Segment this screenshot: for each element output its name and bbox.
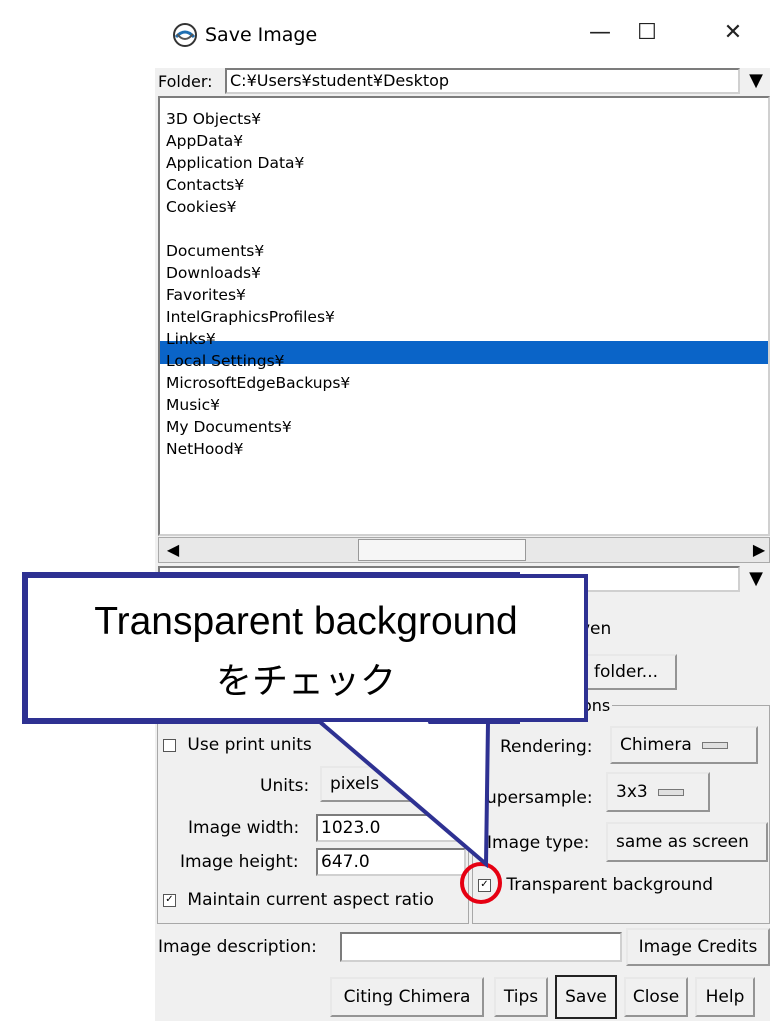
image-description-field[interactable] — [340, 932, 622, 962]
file-list-item[interactable]: 3D Objects¥ — [166, 108, 261, 130]
rendering-value: Chimera — [620, 735, 692, 755]
aspect-ratio-label: Maintain current aspect ratio — [187, 890, 434, 910]
file-type-dropdown-icon[interactable]: ▼ — [742, 568, 770, 592]
file-list-item[interactable]: IntelGraphicsProfiles¥ — [166, 306, 335, 328]
save-button[interactable]: Save — [555, 975, 617, 1019]
scrollbar-thumb[interactable] — [358, 539, 526, 561]
file-list-item[interactable]: My Documents¥ — [166, 416, 292, 438]
menu-indicator-icon — [701, 741, 728, 749]
close-icon[interactable]: ✕ — [711, 20, 755, 50]
aspect-ratio-checkbox[interactable]: ✓ — [163, 893, 176, 907]
image-credits-button[interactable]: Image Credits — [626, 928, 770, 966]
scroll-left-icon[interactable]: ◀ — [158, 537, 188, 563]
maximize-icon[interactable]: ☐ — [625, 20, 669, 50]
citing-chimera-button[interactable]: Citing Chimera — [330, 977, 484, 1017]
folder-dropdown-icon[interactable]: ▼ — [742, 70, 770, 94]
file-list-item[interactable]: NetHood¥ — [166, 438, 244, 460]
file-list-item[interactable]: Desktop¥ — [166, 219, 240, 241]
minimize-icon[interactable]: — — [578, 20, 622, 50]
file-list-item[interactable]: MicrosoftEdgeBackups¥ — [166, 372, 350, 394]
file-list-item[interactable]: AppData¥ — [166, 130, 243, 152]
rendering-menu[interactable]: Chimera — [610, 726, 758, 764]
folder-button[interactable]: folder... — [575, 654, 677, 690]
transparent-background-label: Transparent background — [506, 875, 714, 895]
file-list-item[interactable]: Application Data¥ — [166, 152, 304, 174]
file-list-item[interactable]: Documents¥ — [166, 240, 264, 262]
callout-line-1: Transparent background — [94, 600, 518, 643]
file-list-item[interactable]: Music¥ — [166, 394, 220, 416]
image-description-label: Image description: — [158, 937, 317, 957]
tips-button[interactable]: Tips — [494, 977, 548, 1017]
supersample-value: 3x3 — [616, 782, 648, 802]
transparent-background-row[interactable]: ✓ Transparent background — [478, 875, 713, 895]
image-type-value: same as screen — [616, 832, 749, 852]
callout-line-2: をチェック — [215, 661, 396, 702]
menu-indicator-icon — [657, 788, 684, 796]
aspect-ratio-row[interactable]: ✓ Maintain current aspect ratio — [163, 890, 434, 910]
folder-field[interactable]: C:¥Users¥student¥Desktop — [225, 68, 740, 94]
file-list-item[interactable]: Local Settings¥ — [166, 350, 285, 372]
callout-pointer — [318, 720, 490, 868]
file-list[interactable]: 3D Objects¥ AppData¥ Application Data¥ Cont… — [158, 96, 770, 536]
window-title: Save Image — [205, 24, 318, 46]
file-list-item[interactable]: Links¥ — [166, 328, 216, 350]
scroll-right-icon[interactable]: ▶ — [748, 537, 770, 563]
file-list-item[interactable]: Contacts¥ — [166, 174, 244, 196]
supersample-menu[interactable]: 3x3 — [606, 772, 710, 812]
help-button[interactable]: Help — [695, 977, 755, 1017]
image-type-menu[interactable]: same as screen — [606, 822, 768, 862]
file-list-item[interactable]: Favorites¥ — [166, 284, 246, 306]
folder-label: Folder: — [158, 72, 213, 91]
file-list-item[interactable]: Downloads¥ — [166, 262, 261, 284]
close-button[interactable]: Close — [624, 977, 688, 1017]
chimera-app-icon — [173, 23, 197, 47]
file-list-item[interactable]: Cookies¥ — [166, 196, 237, 218]
